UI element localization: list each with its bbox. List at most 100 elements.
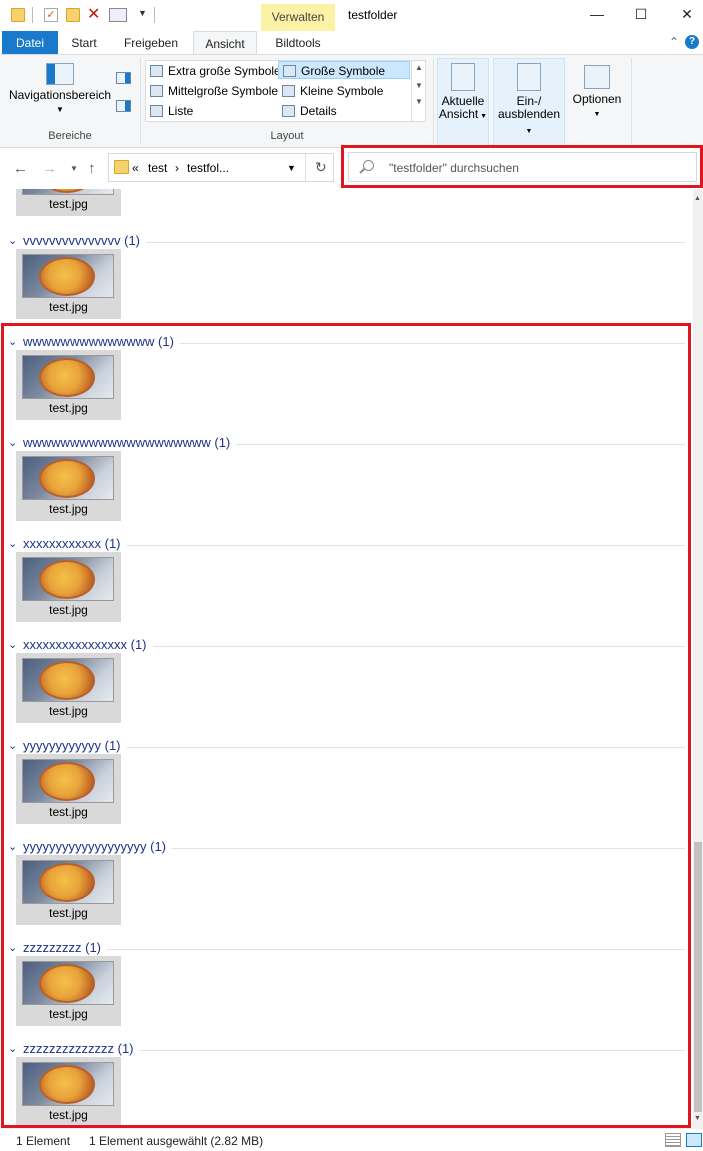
search-icon: [363, 160, 374, 171]
close-button[interactable]: ✕: [672, 6, 702, 23]
navigationsbereich-button[interactable]: Navigationsbereich ▼: [8, 63, 112, 125]
layout-item-label: Liste: [168, 104, 194, 118]
dropdown-icon: ▼: [593, 111, 601, 118]
ein-ausblenden-label: Ein-/: [516, 94, 542, 108]
new-folder-icon[interactable]: [66, 8, 80, 22]
customize-quick-access-icon[interactable]: ▼: [138, 8, 152, 22]
layout-item-label: Details: [300, 104, 337, 118]
details-pane-icon[interactable]: [116, 100, 131, 112]
divider: [140, 58, 141, 144]
minimize-button[interactable]: —: [582, 6, 612, 22]
view-menu-icon[interactable]: [109, 8, 127, 22]
collapse-ribbon-icon[interactable]: ⌃: [669, 35, 679, 49]
group-label-bereiche: Bereiche: [48, 130, 92, 142]
item-count: 1 Element: [16, 1134, 71, 1148]
expand-gallery-icon[interactable]: ▼: [412, 97, 426, 106]
medium-icons-icon: [150, 85, 163, 97]
details-icon: [282, 105, 295, 117]
file-tile[interactable]: test.jpg: [16, 249, 121, 319]
title-bar: ✓ ✕ ▼ Verwalten testfolder — ☐ ✕: [0, 0, 703, 31]
file-name: test.jpg: [49, 197, 88, 211]
divider: [631, 58, 632, 144]
address-dropdown-icon[interactable]: ▼: [287, 163, 296, 173]
dropdown-icon: ▼: [56, 105, 64, 114]
scroll-up-icon[interactable]: ▲: [412, 63, 426, 72]
layout-details[interactable]: Details: [278, 102, 337, 120]
current-view-icon: [451, 63, 475, 91]
divider: [32, 7, 33, 23]
breadcrumb-test[interactable]: test: [148, 161, 167, 175]
tab-datei[interactable]: Datei: [2, 31, 58, 55]
properties-icon[interactable]: ✓: [44, 8, 58, 22]
context-tab-verwalten[interactable]: Verwalten: [261, 4, 335, 31]
optionen-label: Optionen: [572, 92, 622, 106]
large-icons-icon: [283, 65, 296, 77]
layout-list[interactable]: Liste: [146, 102, 193, 120]
maximize-button[interactable]: ☐: [626, 6, 656, 23]
group-name: vvvvvvvvvvvvvvv (1): [23, 233, 140, 248]
up-arrow-icon[interactable]: ↑: [88, 160, 96, 177]
layout-item-label: Kleine Symbole: [300, 84, 384, 98]
image-thumbnail: [22, 254, 114, 298]
navigation-pane-icon: [46, 63, 74, 85]
search-placeholder: "testfolder" durchsuchen: [389, 161, 519, 175]
layout-small-icons[interactable]: Kleine Symbole: [278, 82, 383, 100]
scrollbar-thumb[interactable]: [694, 842, 702, 1112]
file-tile[interactable]: test.jpg: [16, 189, 121, 216]
selection-info: 1 Element ausgewählt (2.82 MB): [89, 1134, 264, 1148]
breadcrumb-separator[interactable]: ›: [175, 161, 179, 175]
tab-start[interactable]: Start: [60, 31, 108, 55]
layout-item-label: Mittelgroße Symbole: [168, 84, 279, 98]
show-hide-icon: [517, 63, 541, 91]
status-bar: 1 Element 1 Element ausgewählt (2.82 MB): [0, 1128, 703, 1151]
search-input[interactable]: "testfolder" durchsuchen: [348, 152, 697, 182]
folder-icon: [114, 160, 129, 174]
divider: [433, 58, 434, 144]
content-highlight-box: [1, 323, 691, 1128]
back-arrow-icon[interactable]: ←: [13, 160, 28, 177]
delete-icon[interactable]: ✕: [87, 7, 101, 23]
scroll-down-icon[interactable]: ▼: [412, 81, 426, 90]
layout-medium-icons[interactable]: Mittelgroße Symbole: [146, 82, 278, 100]
vertical-scrollbar[interactable]: ▲ ▼: [693, 189, 703, 1128]
tab-bildtools[interactable]: Bildtools: [264, 31, 332, 55]
tab-ansicht[interactable]: Ansicht: [193, 31, 257, 56]
ribbon: Navigationsbereich ▼ Bereiche Extra groß…: [0, 55, 703, 148]
options-icon: [584, 65, 610, 89]
aktuelle-ansicht-label: Aktuelle: [441, 94, 485, 108]
tab-freigeben[interactable]: Freigeben: [112, 31, 190, 55]
navigationsbereich-label: Navigationsbereich: [8, 88, 112, 102]
refresh-icon[interactable]: ↻: [315, 159, 327, 176]
image-thumbnail: [22, 189, 114, 195]
layout-item-label: Große Symbole: [301, 64, 386, 78]
aktuelle-ansicht-button[interactable]: Aktuelle Ansicht ▼: [437, 58, 489, 146]
layout-gallery-scroll[interactable]: ▲ ▼ ▼: [411, 60, 426, 122]
large-icons-view-icon[interactable]: [686, 1133, 702, 1147]
collapse-chevron-icon[interactable]: ⌄: [8, 234, 17, 247]
layout-item-label: Extra große Symbole: [168, 64, 281, 78]
breadcrumb-overflow[interactable]: «: [132, 161, 139, 175]
details-view-icon[interactable]: [665, 1133, 681, 1147]
scroll-up-icon[interactable]: ▲: [694, 195, 701, 202]
extra-large-icons-icon: [150, 65, 163, 77]
breadcrumb-testfolder[interactable]: testfol...: [187, 161, 229, 175]
ein-ausblenden-label-2: ausblenden: [497, 107, 561, 121]
group-divider: [146, 242, 685, 243]
folder-icon[interactable]: [11, 8, 25, 22]
preview-pane-icon[interactable]: [116, 72, 131, 84]
layout-large-icons[interactable]: Große Symbole: [278, 61, 410, 79]
list-icon: [150, 105, 163, 117]
address-bar[interactable]: « test › testfol... ▼ ↻: [108, 153, 334, 182]
forward-arrow-icon[interactable]: →: [42, 160, 57, 177]
help-icon[interactable]: ?: [685, 35, 699, 49]
ein-ausblenden-button[interactable]: Ein-/ ausblenden ▼: [493, 58, 565, 146]
dropdown-icon: ▼: [478, 113, 488, 120]
dropdown-icon: ▼: [525, 128, 533, 135]
optionen-button[interactable]: Optionen ▼: [568, 58, 626, 146]
small-icons-icon: [282, 85, 295, 97]
layout-extra-large-icons[interactable]: Extra große Symbole: [146, 62, 281, 80]
recent-locations-icon[interactable]: ▼: [70, 164, 78, 173]
aktuelle-ansicht-label-2: Ansicht: [438, 107, 479, 121]
divider: [305, 154, 306, 181]
scroll-down-icon[interactable]: ▼: [694, 1115, 701, 1122]
